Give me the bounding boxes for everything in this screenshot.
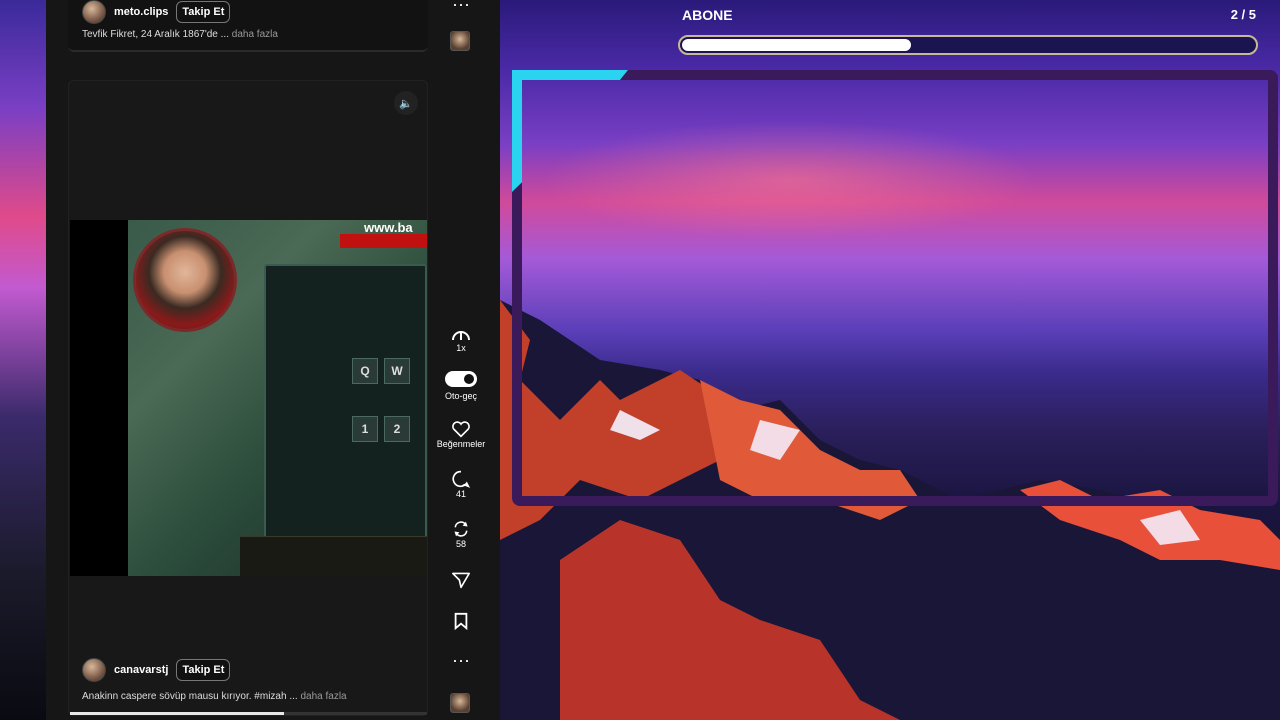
avatar[interactable]	[82, 658, 106, 682]
caption-text: Anakinn caspere sövüp mausu kırıyor. #mi…	[82, 691, 298, 702]
toggle-icon	[445, 371, 477, 387]
game-settings-panel: Q W 1 2	[264, 264, 427, 539]
avatar[interactable]	[82, 0, 106, 24]
next-thumbnail[interactable]	[450, 693, 470, 713]
follow-button[interactable]: Takip Et	[176, 659, 231, 681]
comment-button[interactable]: 41	[431, 470, 491, 499]
bookmark-icon	[454, 612, 468, 630]
autoplay-toggle[interactable]: Oto-geç	[431, 371, 491, 401]
game-health-bar	[340, 234, 427, 248]
top-more-button[interactable]: ···	[431, 0, 491, 14]
repost-icon	[454, 521, 468, 537]
key-q: Q	[352, 358, 378, 384]
post-author: canavarstj Takip Et	[82, 658, 231, 682]
reposts-count: 58	[455, 539, 466, 549]
heart-icon	[452, 421, 470, 438]
frame-accent	[512, 70, 628, 80]
video-progress-fill	[70, 712, 285, 715]
comment-icon	[452, 470, 471, 488]
key-2: 2	[384, 416, 410, 442]
camera-frame	[512, 70, 1278, 506]
watermark-text: www.ba	[364, 220, 413, 235]
previous-post-author: meto.clips Takip Et	[82, 0, 231, 24]
speedometer-icon	[452, 331, 470, 341]
more-icon: ···	[452, 650, 470, 670]
video-progress-bar[interactable]	[70, 712, 427, 715]
more-icon: ···	[452, 0, 470, 14]
save-button[interactable]	[431, 612, 491, 630]
key-w: W	[384, 358, 410, 384]
speed-button[interactable]: 1x	[431, 328, 491, 353]
more-link[interactable]: daha fazla	[232, 29, 278, 40]
autoplay-label: Oto-geç	[444, 391, 477, 401]
frame-accent	[512, 70, 522, 192]
follow-button[interactable]: Takip Et	[176, 1, 231, 23]
comments-count: 41	[455, 489, 466, 499]
username[interactable]: canavarstj	[114, 664, 168, 676]
likes-label: Beğenmeler	[436, 439, 486, 449]
more-link[interactable]: daha fazla	[300, 691, 346, 702]
goal-count: 2 / 5	[1230, 7, 1256, 22]
goal-progress-fill	[682, 39, 911, 51]
caption-text: Tevfik Fikret, 24 Aralık 1867'de ...	[82, 29, 229, 40]
share-button[interactable]	[431, 571, 491, 589]
speed-label: 1x	[456, 343, 466, 353]
wallpaper-left-edge	[0, 0, 46, 720]
webcam-overlay	[133, 228, 237, 332]
previous-thumbnail[interactable]	[450, 31, 470, 51]
username[interactable]: meto.clips	[114, 6, 168, 18]
repost-button[interactable]: 58	[431, 520, 491, 549]
send-icon	[452, 572, 470, 589]
like-button[interactable]: Beğenmeler	[431, 420, 491, 449]
post-caption: Anakinn caspere sövüp mausu kırıyor. #mi…	[82, 691, 347, 702]
goal-progress-bar	[678, 35, 1258, 55]
goal-label: ABONE	[682, 7, 733, 23]
game-hud	[240, 536, 427, 576]
speaker-icon[interactable]: 🔈	[394, 91, 418, 115]
key-1: 1	[352, 416, 378, 442]
bottom-more-button[interactable]: ···	[431, 650, 491, 670]
previous-post-caption: Tevfik Fikret, 24 Aralık 1867'de ... dah…	[82, 29, 278, 40]
